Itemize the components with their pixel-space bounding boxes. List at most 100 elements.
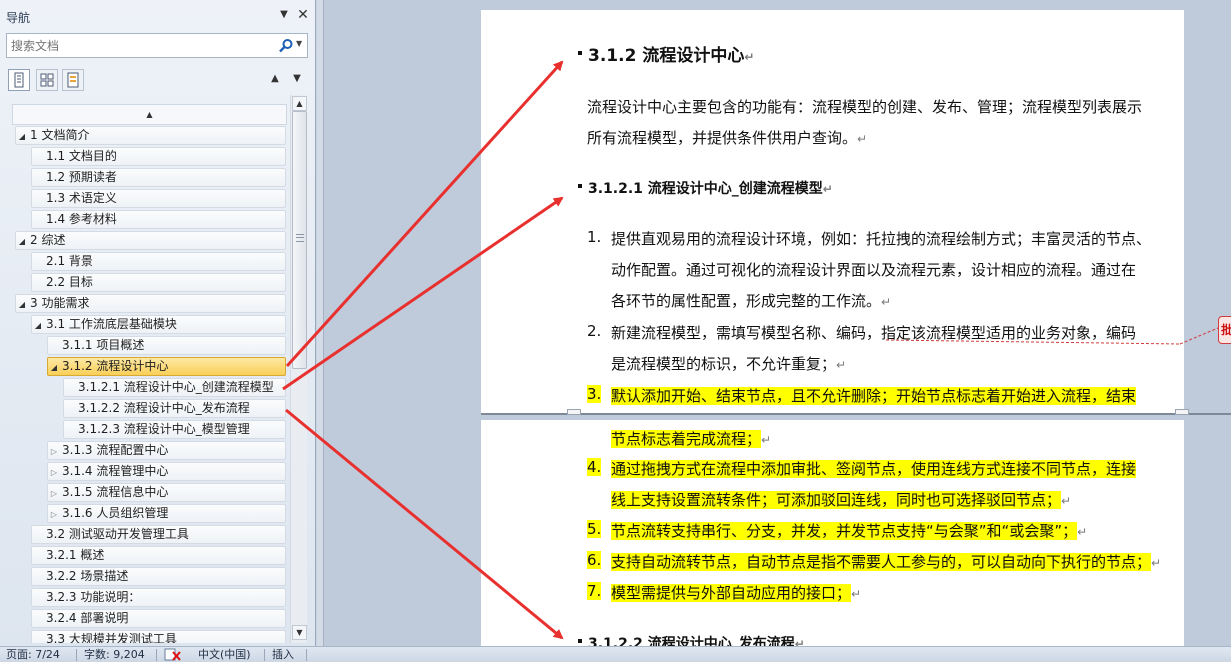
collapsed-triangle-icon[interactable]: ▷ bbox=[48, 506, 60, 522]
nav-tree-item[interactable]: ▷ 3.1.5 流程信息中心 bbox=[47, 483, 286, 502]
list-item-line[interactable]: 动作配置。通过可视化的流程设计界面以及流程元素，设计相应的流程。通过在 bbox=[611, 259, 1136, 280]
list-item-text: 提供直观易用的流程设计环境，例如：托拉拽的流程绘制方式；丰富灵活的节点、 bbox=[611, 230, 1152, 248]
page-break-line bbox=[481, 413, 1231, 415]
status-separator bbox=[264, 649, 265, 661]
nav-tree-item[interactable]: ◢ 3.1.2 流程设计中心 bbox=[47, 357, 286, 376]
list-item-line[interactable]: 提供直观易用的流程设计环境，例如：托拉拽的流程绘制方式；丰富灵活的节点、 bbox=[611, 228, 1151, 249]
headings-icon bbox=[14, 72, 24, 88]
nav-close-icon[interactable]: ✕ bbox=[296, 7, 310, 23]
paragraph-mark: ↵ bbox=[857, 132, 868, 146]
scroll-thumb[interactable] bbox=[292, 111, 307, 369]
expanded-triangle-icon[interactable]: ◢ bbox=[16, 233, 28, 249]
nav-tree-label: 3.1.2.3 流程设计中心_模型管理 bbox=[78, 422, 250, 436]
nav-tree-label: 3.2.2 场景描述 bbox=[46, 569, 129, 583]
intro-line-1[interactable]: 流程设计中心主要包含的功能有：流程模型的创建、发布、管理；流程模型列表展示 bbox=[587, 96, 1142, 117]
nav-tree-item[interactable]: 3.2.1 概述 bbox=[31, 546, 286, 565]
list-item-text: 模型需提供与外部自动应用的接口； bbox=[611, 584, 852, 602]
nav-tree-item[interactable]: 3.2 测试驱动开发管理工具 bbox=[31, 525, 286, 544]
list-item-line[interactable]: 是流程模型的标识，不允许重复；↵ bbox=[611, 353, 846, 374]
expanded-triangle-icon[interactable]: ◢ bbox=[48, 359, 60, 375]
heading-3-1-2-1[interactable]: 3.1.2.1 流程设计中心_创建流程模型↵ bbox=[578, 178, 833, 198]
intro-text: 所有流程模型，并提供条件供用户查询。 bbox=[587, 129, 858, 147]
status-page[interactable]: 页面: 7/24 bbox=[6, 648, 60, 662]
nav-tree-item[interactable]: ▷ 3.1.6 人员组织管理 bbox=[47, 504, 286, 523]
status-insert-mode[interactable]: 插入 bbox=[272, 648, 294, 662]
nav-tree-item[interactable]: ◢ 2 综述 bbox=[15, 231, 286, 250]
expanded-triangle-icon[interactable]: ◢ bbox=[32, 317, 44, 333]
paragraph-mark: ↵ bbox=[881, 295, 892, 309]
expanded-triangle-icon[interactable]: ◢ bbox=[16, 296, 28, 312]
nav-tree-item[interactable]: 3.3 大规模并发测试工具 bbox=[31, 630, 286, 643]
scroll-down-icon[interactable]: ▼ bbox=[292, 625, 307, 640]
paragraph-mark: ↵ bbox=[1061, 494, 1072, 508]
list-number: 7. bbox=[587, 582, 602, 600]
nav-tree-item[interactable]: ◢ 3 功能需求 bbox=[15, 294, 286, 313]
list-item-line[interactable]: 默认添加开始、结束节点，且不允许删除；开始节点标志着开始进入流程，结束 bbox=[611, 385, 1137, 406]
paragraph-mark: ↵ bbox=[851, 587, 862, 601]
tab-browse-results[interactable] bbox=[62, 69, 84, 91]
navigation-pane: 导航 ▼ ✕ ▼ ▲ ▼ ▲ ◢1 文档简介1.1 文档目的1.2 预期读 bbox=[0, 0, 316, 646]
comment-balloon[interactable]: 批 bbox=[1218, 316, 1231, 344]
collapsed-triangle-icon[interactable]: ▷ bbox=[48, 443, 60, 459]
nav-tree-item[interactable]: ▷ 3.1.3 流程配置中心 bbox=[47, 441, 286, 460]
search-box[interactable]: ▼ bbox=[6, 33, 308, 58]
list-item-line[interactable]: 节点标志着完成流程；↵ bbox=[611, 428, 771, 449]
nav-tree-item[interactable]: 3.2.3 功能说明： bbox=[31, 588, 286, 607]
list-item-text: 各环节的属性配置，形成完整的工作流。 bbox=[611, 292, 882, 310]
nav-tree-item[interactable]: ◢ 1 文档简介 bbox=[15, 126, 286, 145]
status-language[interactable]: 中文(中国) bbox=[198, 648, 251, 662]
list-number: 5. bbox=[587, 520, 602, 538]
nav-tree-item[interactable]: ▷ 3.1.4 流程管理中心 bbox=[47, 462, 286, 481]
collapsed-triangle-icon[interactable]: ▷ bbox=[48, 464, 60, 480]
nav-tree-item[interactable]: 2.1 背景 bbox=[31, 252, 286, 271]
tab-browse-headings[interactable] bbox=[8, 69, 30, 91]
nav-tree-item[interactable]: 1.1 文档目的 bbox=[31, 147, 286, 166]
nav-tree-item[interactable]: 2.2 目标 bbox=[31, 273, 286, 292]
nav-tree-item[interactable]: 3.2.2 场景描述 bbox=[31, 567, 286, 586]
collapsed-triangle-icon[interactable]: ▷ bbox=[48, 485, 60, 501]
nav-options-dropdown-icon[interactable]: ▼ bbox=[277, 7, 291, 23]
nav-tree-item[interactable]: 3.1.2.2 流程设计中心_发布流程 bbox=[63, 399, 286, 418]
next-heading-icon[interactable]: ▼ bbox=[290, 72, 304, 86]
nav-tree-item[interactable]: 3.1.1 项目概述 bbox=[47, 336, 286, 355]
list-item-line[interactable]: 通过拖拽方式在流程中添加审批、签阅节点，使用连线方式连接不同节点，连接 bbox=[611, 458, 1137, 479]
heading-3-1-2[interactable]: 3.1.2 流程设计中心↵ bbox=[578, 41, 754, 66]
tab-browse-pages[interactable] bbox=[36, 69, 58, 91]
previous-heading-icon[interactable]: ▲ bbox=[268, 72, 282, 86]
list-item-text: 是流程模型的标识，不允许重复； bbox=[611, 355, 837, 373]
collapse-all-button[interactable]: ▲ bbox=[12, 104, 287, 125]
nav-tree-item[interactable]: 3.1.2.1 流程设计中心_创建流程模型 bbox=[63, 378, 286, 397]
scroll-up-icon[interactable]: ▲ bbox=[292, 96, 307, 111]
nav-tree-item[interactable]: 1.2 预期读者 bbox=[31, 168, 286, 187]
list-item-text: 节点流转支持串行、分支，并发，并发节点支持“与会聚”和“或会聚”； bbox=[611, 522, 1078, 540]
paragraph-mark: ↵ bbox=[822, 182, 833, 196]
list-item-line[interactable]: 支持自动流转节点，自动节点是指不需要人工参与的，可以自动向下执行的节点；↵ bbox=[611, 551, 1161, 572]
nav-tree-label: 3.2 测试驱动开发管理工具 bbox=[46, 527, 189, 541]
nav-tree-item[interactable]: ◢ 3.1 工作流底层基础模块 bbox=[31, 315, 286, 334]
nav-tree-item[interactable]: 3.2.4 部署说明 bbox=[31, 609, 286, 628]
nav-tree-label: 1 文档简介 bbox=[30, 128, 90, 142]
nav-tree-label: 1.1 文档目的 bbox=[46, 149, 117, 163]
list-number: 2. bbox=[587, 322, 602, 340]
search-input[interactable] bbox=[11, 38, 271, 54]
status-separator bbox=[306, 649, 307, 661]
paragraph-mark: ↵ bbox=[1151, 556, 1162, 570]
list-item-line[interactable]: 各环节的属性配置，形成完整的工作流。↵ bbox=[611, 290, 891, 311]
list-item-line[interactable]: 线上支持设置流转条件；可添加驳回连线，同时也可选择驳回节点；↵ bbox=[611, 489, 1071, 510]
list-item-line[interactable]: 模型需提供与外部自动应用的接口；↵ bbox=[611, 582, 861, 603]
list-item-line[interactable]: 节点流转支持串行、分支，并发，并发节点支持“与会聚”和“或会聚”；↵ bbox=[611, 520, 1087, 541]
search-icon[interactable] bbox=[278, 38, 294, 54]
search-options-chevron-icon[interactable]: ▼ bbox=[296, 39, 302, 48]
status-word-count[interactable]: 字数: 9,204 bbox=[84, 648, 145, 662]
tree-scrollbar[interactable]: ▲ ▼ bbox=[290, 95, 307, 643]
nav-tree-item[interactable]: 1.3 术语定义 bbox=[31, 189, 286, 208]
proofing-icon[interactable] bbox=[164, 648, 182, 662]
nav-tree-item[interactable]: 3.1.2.3 流程设计中心_模型管理 bbox=[63, 420, 286, 439]
nav-tree-item[interactable]: 1.4 参考材料 bbox=[31, 210, 286, 229]
list-number: 4. bbox=[587, 458, 602, 476]
nav-tree-label: 2.2 目标 bbox=[46, 275, 93, 289]
expanded-triangle-icon[interactable]: ◢ bbox=[16, 128, 28, 144]
nav-tree-label: 3.2.3 功能说明： bbox=[46, 590, 141, 604]
intro-line-2[interactable]: 所有流程模型，并提供条件供用户查询。↵ bbox=[587, 127, 867, 148]
list-item-line[interactable]: 新建流程模型，需填写模型名称、编码，指定该流程模型适用的业务对象，编码 bbox=[611, 322, 1136, 343]
